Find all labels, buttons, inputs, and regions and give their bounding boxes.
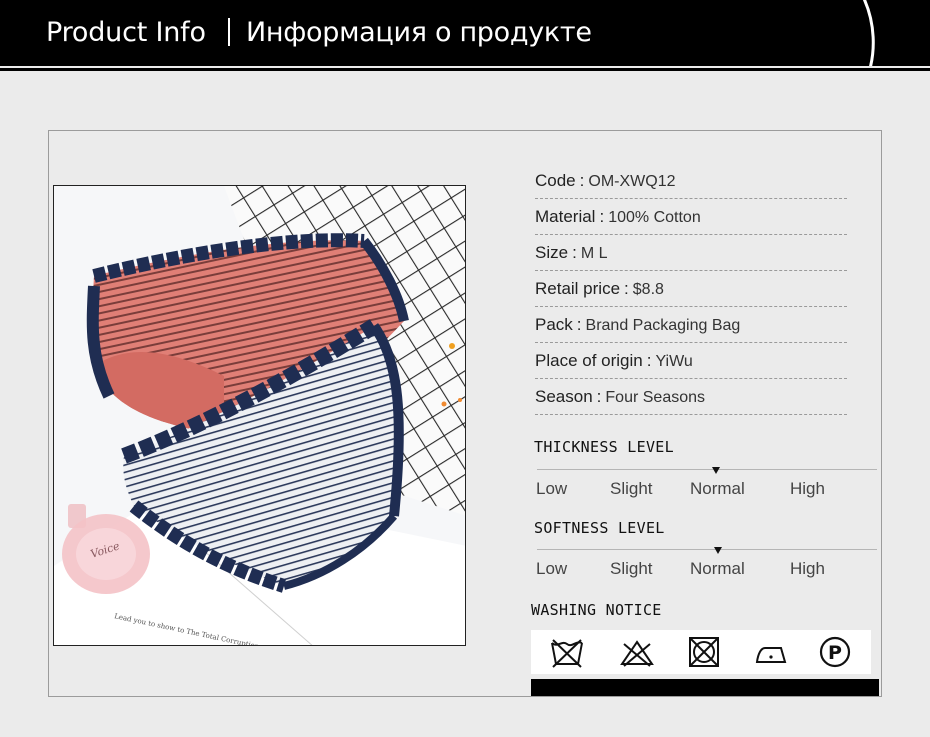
spec-label: Pack [535,315,573,334]
spec-divider [535,234,847,235]
header-rule [0,68,930,71]
softness-title: SOFTNESS LEVEL [534,519,665,537]
spec-divider [535,198,847,199]
spec-divider [535,270,847,271]
spec-value: OM-XWQ12 [588,173,676,190]
product-photo-illustration: Lead you to show to The Total Corruption… [54,186,465,645]
thickness-option-normal: Normal [690,479,745,498]
washing-notice-title: WASHING NOTICE [531,601,662,619]
product-photo: Lead you to show to The Total Corruption… [53,185,466,646]
softness-option-slight: Slight [610,559,653,578]
header-divider [228,18,230,46]
spec-label: Retail price [535,279,621,298]
spec-row: Code: OM-XWQ12 [535,171,847,201]
spec-label: Code [535,171,576,190]
spec-row: Place of origin: YiWu [535,351,847,381]
spec-separator: : [572,243,577,262]
softness-option-low: Low [536,559,568,578]
softness-track [537,549,877,550]
spec-row: Pack: Brand Packaging Bag [535,315,847,345]
spec-row: Season: Four Seasons [535,387,847,417]
spec-separator: : [624,279,629,298]
spec-separator: : [579,171,585,190]
thickness-option-low: Low [536,479,568,498]
header-title-ru: Информация о продукте [246,17,592,48]
spec-value: 100% Cotton [608,209,701,226]
spec-row: Material:100% Cotton [535,207,847,237]
thickness-option-high: High [790,479,825,498]
spec-divider [535,378,847,379]
thickness-option-slight: Slight [610,479,653,498]
softness-option-normal: Normal [690,559,745,578]
spec-divider [535,342,847,343]
spec-label: Material [535,207,596,226]
dry-clean-p-icon: P [819,636,851,668]
spec-separator: : [646,351,652,370]
spec-label: Place of origin [535,351,643,370]
softness-option-high: High [790,559,825,578]
no-bleach-icon [620,640,654,667]
spec-divider [535,306,847,307]
spec-row: Size: M L [535,243,847,273]
header-arc-decoration [862,0,875,66]
spec-label: Season [535,387,593,406]
spec-separator: : [596,387,602,406]
spec-separator: : [599,207,605,226]
thickness-title: THICKNESS LEVEL [534,438,674,456]
spec-row: Retail price: $8.8 [535,279,847,309]
spec-divider [535,414,847,415]
washing-icons-panel: P [531,630,871,674]
header-banner: Product Info Информация о продукте [0,0,930,66]
header-title-en: Product Info [46,17,206,48]
spec-value: Four Seasons [605,389,706,406]
thickness-marker [712,467,720,474]
thickness-track [537,469,877,470]
svg-text:P: P [828,642,842,664]
spec-value: M L [580,245,608,262]
washing-footer-bar [531,679,879,696]
spec-separator: : [576,315,582,334]
softness-marker [714,547,722,554]
spec-value: $8.8 [632,281,664,298]
spec-label: Size [535,243,569,262]
spec-value: YiWu [655,353,693,370]
spec-value: Brand Packaging Bag [585,317,741,334]
iron-low-icon [755,647,787,663]
no-wash-icon [551,639,583,668]
no-tumble-dry-icon [689,637,719,667]
